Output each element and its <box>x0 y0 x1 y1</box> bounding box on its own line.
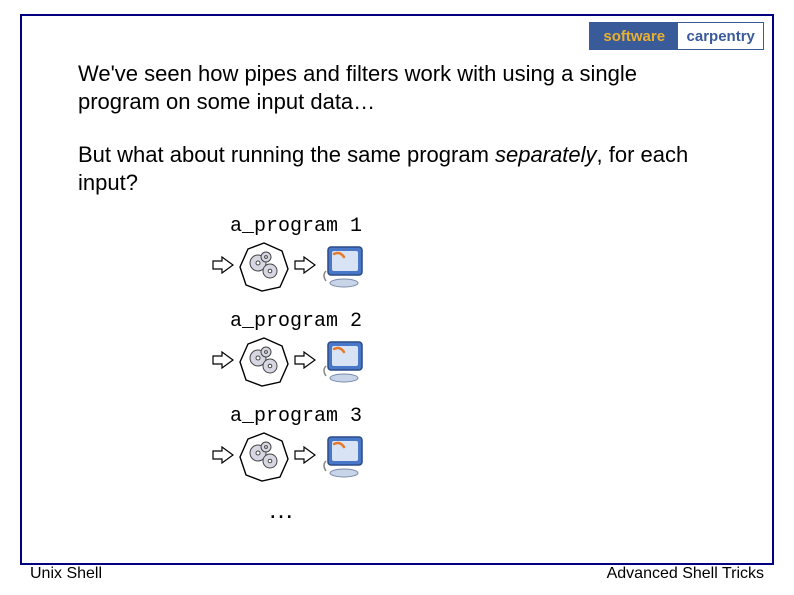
para2-part-a: But what about running the same program <box>78 142 495 167</box>
monitor-icon <box>320 338 368 386</box>
arrow-icon <box>212 443 234 471</box>
gears-icon <box>238 241 290 293</box>
diagram-row-3 <box>208 431 716 483</box>
program-label-2: a_program 2 <box>230 309 716 334</box>
diagram-row-1 <box>208 241 716 293</box>
monitor-icon <box>320 433 368 481</box>
gears-icon <box>238 336 290 388</box>
software-carpentry-logo: software carpentry <box>589 22 764 50</box>
ellipsis: … <box>268 493 716 526</box>
monitor-icon <box>320 243 368 291</box>
arrow-icon <box>212 253 234 281</box>
gears-icon <box>238 431 290 483</box>
footer-right: Advanced Shell Tricks <box>607 565 764 583</box>
logo-left-text: software <box>590 23 678 49</box>
program-label-3: a_program 3 <box>230 404 716 429</box>
footer-left: Unix Shell <box>30 565 102 583</box>
arrow-icon <box>294 253 316 281</box>
para2-italic: separately <box>495 142 597 167</box>
paragraph-1: We've seen how pipes and filters work wi… <box>78 60 716 115</box>
paragraph-2: But what about running the same program … <box>78 141 716 196</box>
diagram-area: a_program 1 <box>208 214 716 526</box>
slide-content: We've seen how pipes and filters work wi… <box>78 60 716 526</box>
arrow-icon <box>294 443 316 471</box>
arrow-icon <box>212 348 234 376</box>
arrow-icon <box>294 348 316 376</box>
program-label-1: a_program 1 <box>230 214 716 239</box>
logo-right-text: carpentry <box>678 23 763 49</box>
diagram-row-2 <box>208 336 716 388</box>
